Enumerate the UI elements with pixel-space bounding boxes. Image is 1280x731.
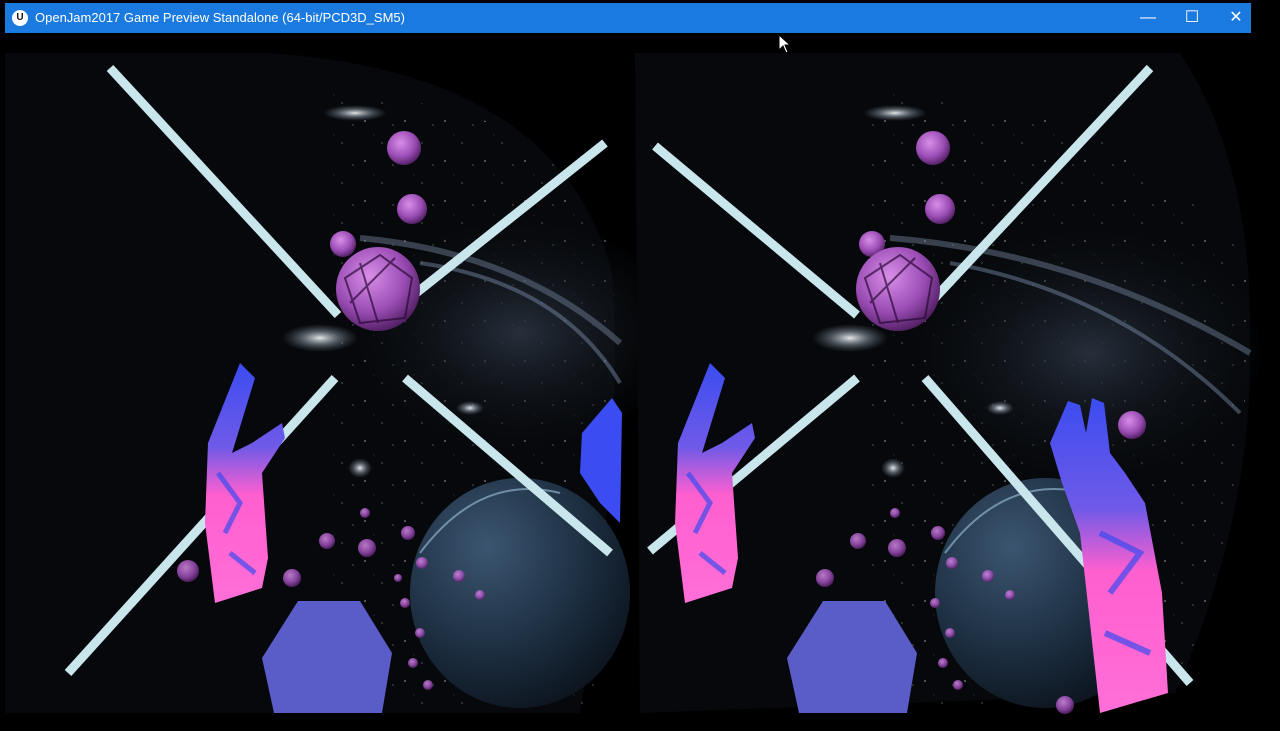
- left-eye-view: [5, 53, 680, 713]
- title-bar[interactable]: U OpenJam2017 Game Preview Standalone (6…: [5, 3, 1251, 33]
- minimize-button[interactable]: —: [1126, 3, 1170, 33]
- unreal-engine-icon: U: [12, 10, 28, 26]
- window-title: OpenJam2017 Game Preview Standalone (64-…: [35, 10, 405, 25]
- mouse-cursor-icon: [778, 34, 792, 54]
- game-viewport[interactable]: [0, 33, 1280, 731]
- right-eye-view: [635, 53, 1260, 714]
- close-icon: ✕: [1229, 9, 1243, 26]
- close-button[interactable]: ✕: [1214, 3, 1258, 33]
- minimize-icon: —: [1140, 9, 1156, 26]
- maximize-icon: ☐: [1184, 9, 1200, 26]
- maximize-button[interactable]: ☐: [1170, 3, 1214, 33]
- game-window: U OpenJam2017 Game Preview Standalone (6…: [0, 0, 1280, 731]
- vr-scene: [5, 53, 1260, 714]
